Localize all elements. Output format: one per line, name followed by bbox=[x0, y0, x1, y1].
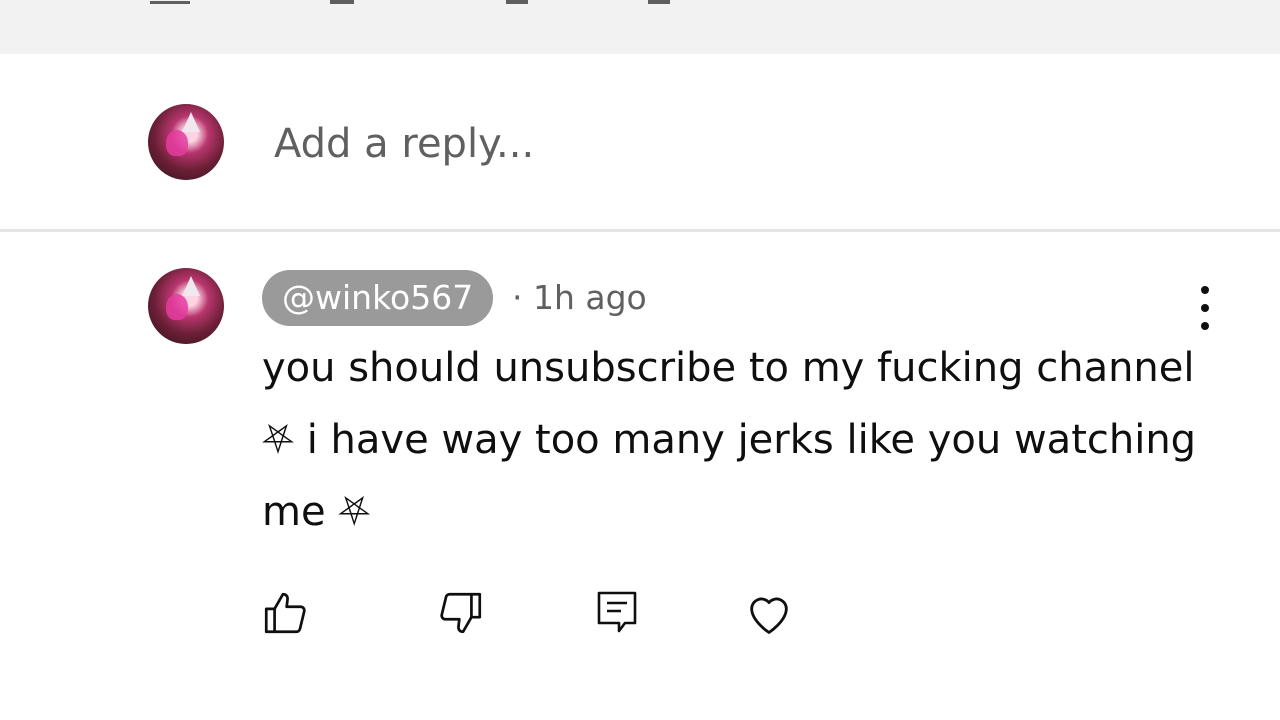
action-bar-strip bbox=[0, 0, 1280, 54]
comment-timestamp: · 1h ago bbox=[512, 278, 647, 317]
heart-icon bbox=[750, 597, 788, 634]
commenter-avatar[interactable] bbox=[148, 268, 224, 344]
comment-text: you should unsubscribe to my fucking cha… bbox=[262, 345, 1197, 535]
reply-button[interactable] bbox=[590, 586, 644, 640]
clipped-icon bbox=[150, 0, 190, 4]
thumb-down-icon bbox=[440, 592, 482, 634]
divider bbox=[0, 229, 1280, 232]
more-options-icon[interactable] bbox=[1190, 286, 1220, 330]
like-button[interactable] bbox=[258, 586, 312, 640]
reply-input[interactable] bbox=[274, 116, 1174, 172]
comment-icon bbox=[597, 591, 637, 633]
clipped-icon bbox=[648, 0, 670, 4]
thumb-up-icon bbox=[264, 592, 306, 634]
clipped-icon bbox=[506, 0, 528, 4]
heart-button[interactable] bbox=[742, 586, 796, 640]
dislike-button[interactable] bbox=[434, 586, 488, 640]
my-avatar[interactable] bbox=[148, 104, 224, 180]
commenter-handle[interactable]: @winko567 bbox=[262, 270, 494, 326]
clipped-icon bbox=[330, 0, 354, 4]
